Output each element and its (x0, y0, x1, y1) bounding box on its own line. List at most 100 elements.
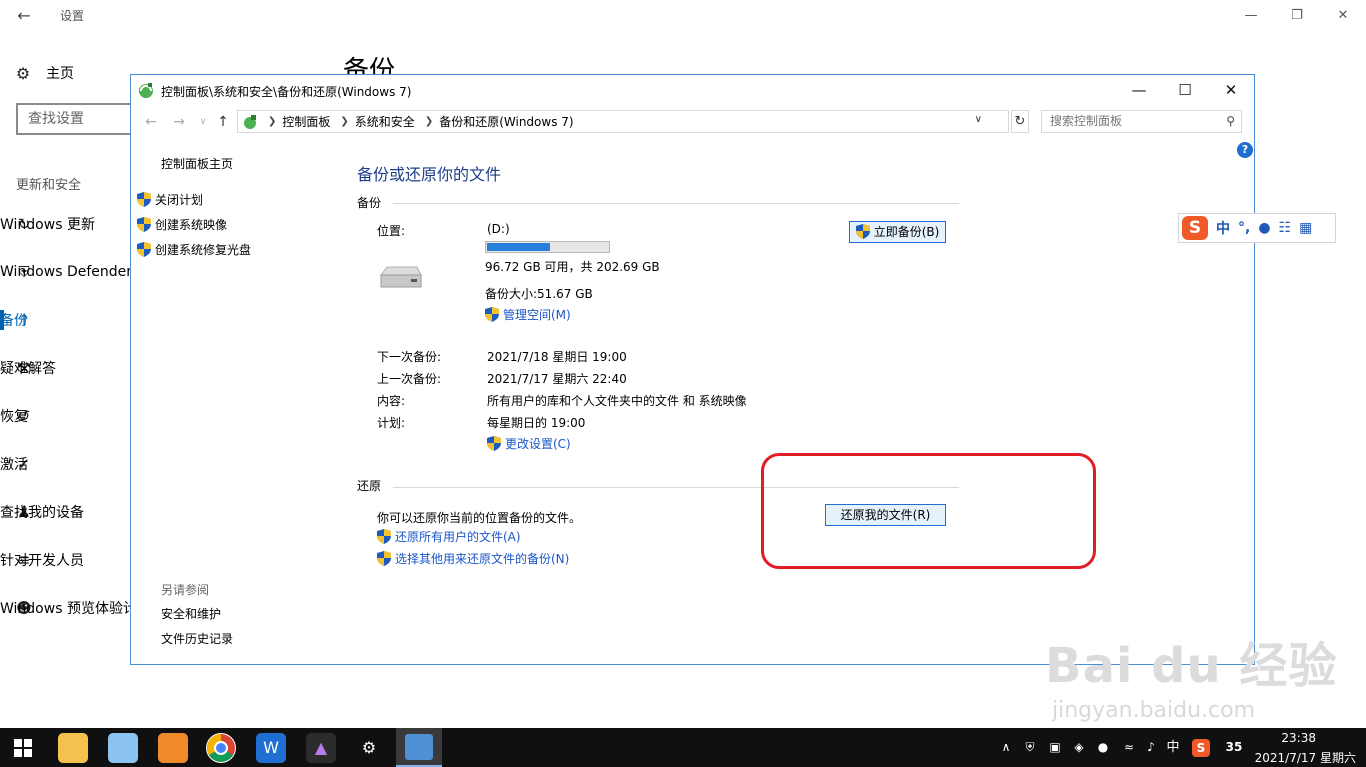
taskbar: W ▲ ⚙ ∧ ⛨ ▣ ◈ ● ≈ ♪ 中 S 35 23:38 2021/7/… (0, 728, 1366, 767)
photos-icon[interactable]: ▲ (306, 733, 336, 763)
nav-recovery[interactable]: ↺ 恢复 (0, 396, 130, 436)
nav-developers[interactable]: ≡ 针对开发人员 (0, 540, 130, 580)
control-panel-taskbar-button[interactable] (396, 728, 442, 767)
windows-start-icon[interactable] (8, 733, 38, 763)
settings-search-input[interactable]: 查找设置 (16, 103, 134, 135)
paint-icon[interactable] (108, 733, 138, 763)
link-label: 选择其他用来还原文件的备份(N) (395, 552, 570, 566)
nav-backup[interactable]: ↑ 备份 (0, 300, 130, 340)
uac-shield-icon (377, 551, 391, 566)
forward-arrow-icon[interactable]: → (169, 112, 189, 132)
restore-description: 你可以还原你当前的位置备份的文件。 (377, 511, 582, 525)
control-panel-home-link[interactable]: 控制面板主页 (161, 155, 233, 172)
backup-now-button[interactable]: 立即备份(B) (849, 221, 946, 243)
close-icon[interactable]: ✕ (1208, 75, 1254, 105)
task-create-repair-disc[interactable]: 创建系统修复光盘 (137, 241, 251, 258)
refresh-icon[interactable]: ↻ (1011, 110, 1029, 133)
restore-icon[interactable]: ❐ (1274, 0, 1320, 32)
sogou-logo-icon[interactable]: S (1182, 216, 1208, 240)
select-other-backup-link[interactable]: 选择其他用来还原文件的备份(N) (377, 550, 569, 567)
ime-mode[interactable]: 中 (1216, 218, 1230, 238)
schedule-value: 每星期日的 19:00 (487, 416, 586, 430)
last-backup-label: 上一次备份: (377, 372, 442, 386)
breadcrumb-backup-restore[interactable]: 备份和还原(Windows 7) (439, 113, 573, 130)
breadcrumb-control-panel[interactable]: 控制面板 (282, 113, 330, 130)
language-indicator[interactable]: 中 (1162, 728, 1184, 767)
nav-label: Windows 更新 (0, 217, 95, 233)
microphone-icon[interactable]: ● (1258, 220, 1270, 236)
wps-icon[interactable]: W (256, 733, 286, 763)
task-label: 关闭计划 (155, 193, 204, 207)
nav-insider[interactable]: ☻ Windows 预览体验计划 (0, 588, 130, 628)
see-also-heading: 另请参阅 (161, 583, 210, 597)
content-value: 所有用户的库和个人文件夹中的文件 和 系统映像 (487, 394, 747, 408)
back-arrow-icon[interactable]: ← (10, 4, 38, 28)
settings-home[interactable]: ⚙ 主页 (14, 62, 74, 84)
security-shield-icon[interactable]: ⛨ (1020, 728, 1040, 767)
uac-shield-icon (855, 224, 870, 239)
address-toolbar: ← → ∨ ↑ ❯ 控制面板 ❯ 系统和安全 ❯ 备份和还原(Windows 7… (131, 107, 1254, 137)
nav-activation[interactable]: ✓ 激活 (0, 444, 130, 484)
watermark-url: jingyan.baidu.com (1052, 698, 1256, 723)
nav-find-device[interactable]: ♟ 查找我的设备 (0, 492, 130, 532)
file-explorer-icon[interactable] (58, 733, 88, 763)
backup-restore-icon (139, 83, 153, 98)
nav-windows-update[interactable]: ↻ Windows 更新 (0, 204, 130, 244)
nav-windows-defender[interactable]: ⛨ Windows Defender (0, 252, 130, 292)
chevron-up-icon[interactable]: ∧ (996, 728, 1016, 767)
grid-icon[interactable]: ▦ (1299, 220, 1312, 236)
notification-badge[interactable]: 35 (1220, 728, 1248, 767)
back-arrow-icon[interactable]: ← (141, 112, 161, 132)
watermark-logo: Bai du 经验 (1045, 638, 1338, 694)
change-settings-link[interactable]: 更改设置(C) (487, 435, 571, 452)
store-icon[interactable] (158, 733, 188, 763)
network-device-icon[interactable]: ▣ (1044, 728, 1066, 767)
uac-shield-icon (137, 242, 151, 257)
volume-icon[interactable]: ♪ (1140, 728, 1162, 767)
address-bar[interactable]: ❯ 控制面板 ❯ 系统和安全 ❯ 备份和还原(Windows 7) ∨ (237, 110, 1009, 133)
qq-penguin-icon[interactable]: ● (1092, 728, 1114, 767)
chevron-down-icon[interactable]: ∨ (975, 114, 982, 125)
chevron-down-icon[interactable]: ∨ (193, 112, 213, 132)
ime-punctuation[interactable]: °, (1238, 220, 1250, 236)
maximize-icon[interactable]: ☐ (1162, 75, 1208, 105)
minimize-icon[interactable]: — (1116, 75, 1162, 105)
chrome-icon[interactable] (206, 733, 236, 763)
nav-label: 针对开发人员 (0, 553, 84, 569)
wifi-icon[interactable]: ≈ (1118, 728, 1140, 767)
window-titlebar: 控制面板\系统和安全\备份和还原(Windows 7) — ☐ ✕ (131, 75, 1254, 105)
keyboard-icon[interactable]: ☷ (1279, 220, 1292, 236)
search-icon[interactable]: ⚲ (1226, 111, 1235, 132)
hard-drive-icon (380, 266, 422, 288)
cube-icon[interactable]: ◈ (1068, 728, 1090, 767)
divider (393, 203, 959, 204)
security-maintenance-link[interactable]: 安全和维护 (161, 605, 221, 622)
restore-all-users-link[interactable]: 还原所有用户的文件(A) (377, 528, 521, 545)
disk-usage-bar (485, 241, 610, 253)
backup-restore-window: 控制面板\系统和安全\备份和还原(Windows 7) — ☐ ✕ ← → ∨ … (130, 74, 1255, 665)
manage-space-link[interactable]: 管理空间(M) (485, 306, 571, 323)
close-icon[interactable]: ✕ (1320, 0, 1366, 32)
settings-gear-icon[interactable]: ⚙ (354, 733, 384, 763)
gear-icon: ⚙ (15, 63, 31, 83)
breadcrumb-system-security[interactable]: 系统和安全 (355, 113, 415, 130)
nav-label: 查找我的设备 (0, 505, 84, 521)
file-history-link[interactable]: 文件历史记录 (161, 630, 233, 647)
settings-section-title: 更新和安全 (16, 178, 82, 193)
ime-toolbar[interactable]: S 中 °, ● ☷ ▦ (1178, 213, 1336, 243)
uac-shield-icon (137, 217, 151, 232)
sogou-tray-icon[interactable]: S (1190, 728, 1212, 767)
minimize-icon[interactable]: — (1228, 0, 1274, 32)
task-create-system-image[interactable]: 创建系统映像 (137, 216, 227, 233)
clock-date[interactable]: 2021/7/17 星期六 (1255, 749, 1356, 766)
nav-troubleshoot[interactable]: ⚒ 疑难解答 (0, 348, 130, 388)
up-arrow-icon[interactable]: ↑ (213, 112, 233, 132)
sogou-logo-icon: S (1192, 738, 1210, 757)
schedule-label: 计划: (377, 416, 406, 430)
control-panel-search-input[interactable]: 搜索控制面板 ⚲ (1041, 110, 1242, 133)
disk-usage-fill (487, 243, 550, 251)
task-turn-off-schedule[interactable]: 关闭计划 (137, 191, 203, 208)
last-backup-value: 2021/7/17 星期六 22:40 (487, 372, 627, 386)
help-icon[interactable]: ? (1237, 142, 1253, 158)
clock-time[interactable]: 23:38 (1281, 731, 1316, 745)
